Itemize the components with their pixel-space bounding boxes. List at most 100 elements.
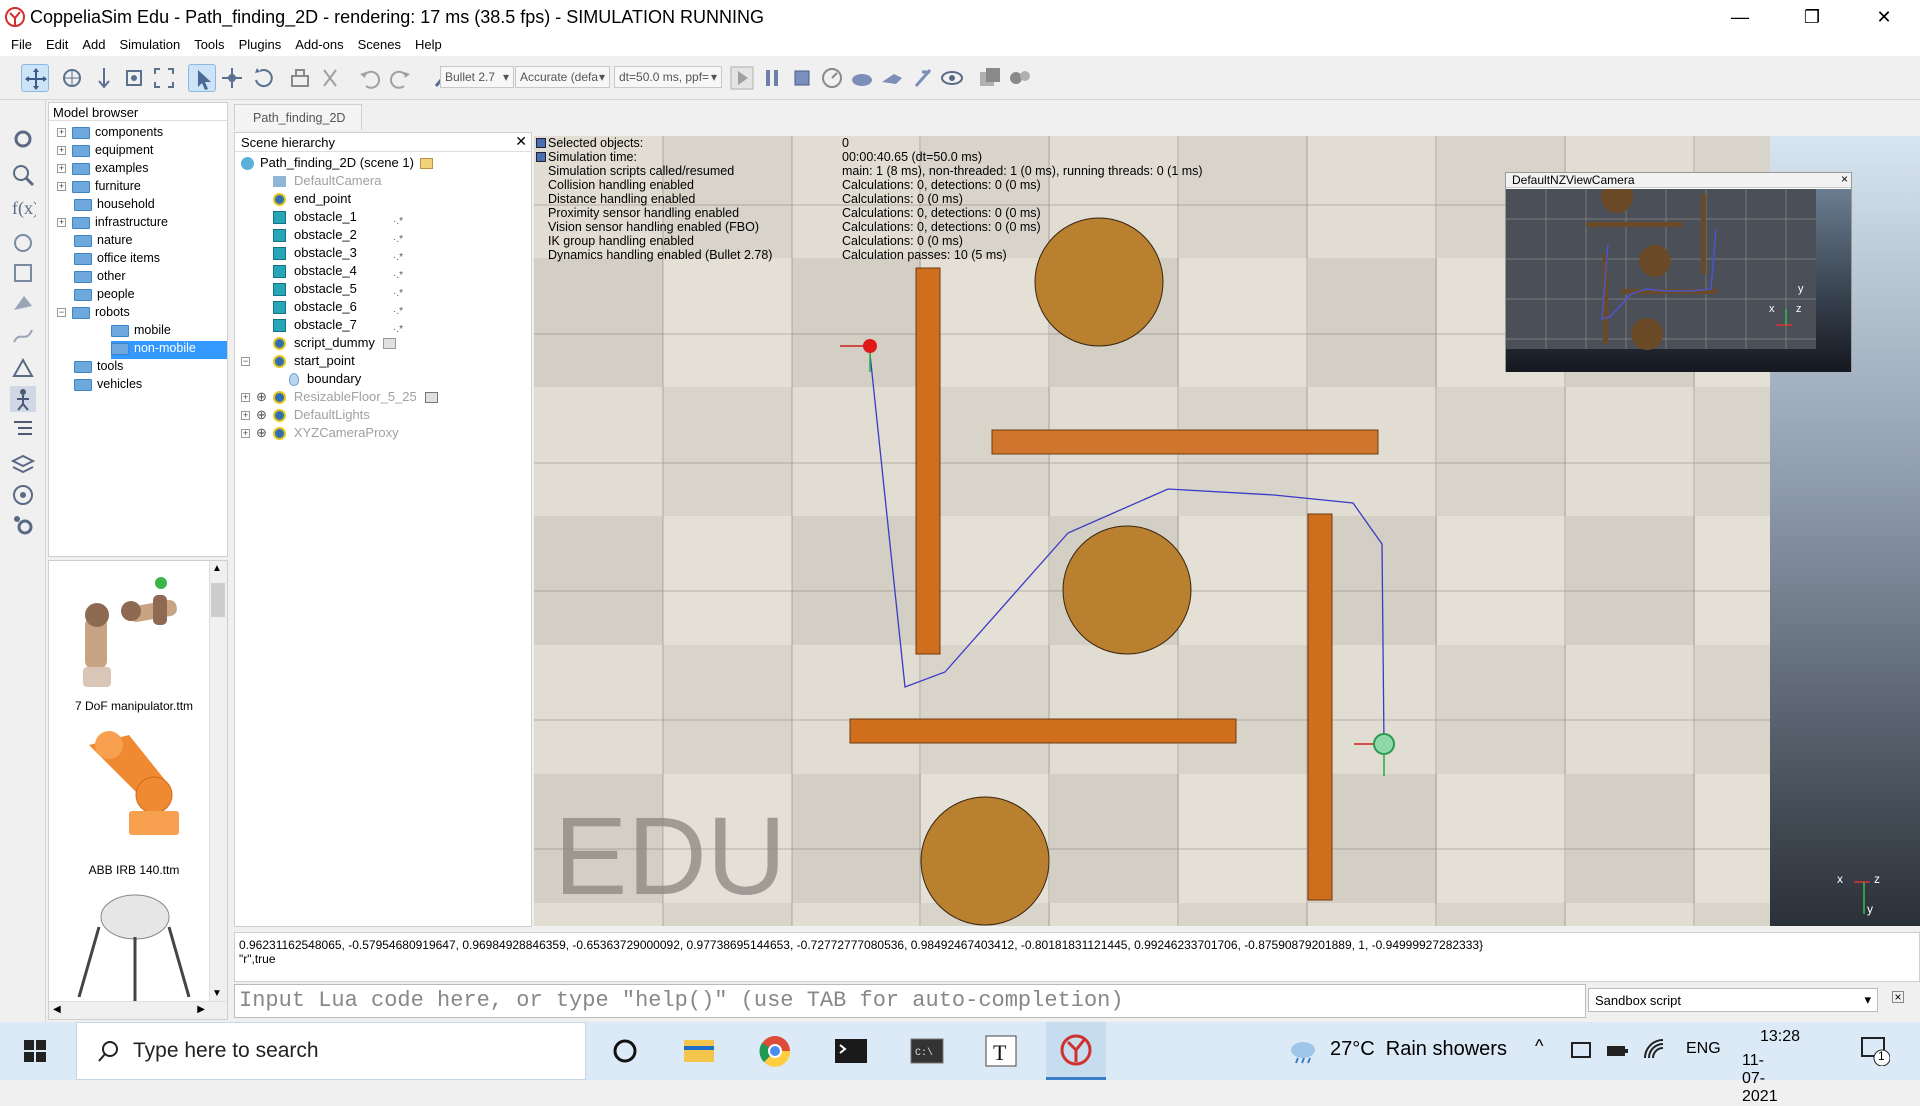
- close-icon[interactable]: ✕: [515, 133, 527, 150]
- tree-item-furniture[interactable]: + furniture: [57, 179, 141, 197]
- taskbar-search[interactable]: Type here to search: [76, 1022, 586, 1080]
- tree-item-household[interactable]: household: [74, 197, 155, 215]
- seven-dof-manipulator-thumbnail[interactable]: [69, 567, 199, 695]
- tree-item-nature[interactable]: nature: [74, 233, 132, 251]
- path-edit-icon[interactable]: [10, 322, 36, 348]
- camera-angle-icon[interactable]: [120, 64, 148, 92]
- expand-icon[interactable]: +: [57, 164, 66, 174]
- scroll-down-icon[interactable]: ▼: [212, 988, 222, 999]
- hierarchy-root[interactable]: Path_finding_2D (scene 1): [241, 155, 433, 173]
- menu-add[interactable]: Add: [75, 34, 112, 52]
- windows-start-icon[interactable]: [24, 1040, 46, 1062]
- hierarchy-item-obstacle-2[interactable]: obstacle_2: [273, 227, 357, 245]
- command-prompt-icon[interactable]: C:\: [906, 1030, 948, 1072]
- script-select[interactable]: Sandbox script ▾: [1588, 988, 1878, 1012]
- script-icon[interactable]: [382, 338, 396, 350]
- terminal-icon[interactable]: [830, 1030, 872, 1072]
- hierarchy-item-script-dummy[interactable]: script_dummy: [273, 335, 396, 353]
- scroll-thumb[interactable]: [211, 583, 225, 617]
- file-explorer-icon[interactable]: [678, 1030, 720, 1072]
- hierarchy-item-defaultcamera[interactable]: DefaultCamera: [273, 173, 381, 191]
- realtime-mode-icon[interactable]: [818, 64, 846, 92]
- tree-item-office-items[interactable]: office items: [74, 251, 160, 269]
- hierarchy-item-boundary[interactable]: boundary: [289, 371, 361, 389]
- hierarchy-item-defaultlights[interactable]: + ⊕ DefaultLights: [241, 407, 370, 425]
- clock-date[interactable]: 11-07-2021: [1742, 1052, 1778, 1106]
- scroll-right-icon[interactable]: ▶: [197, 1004, 205, 1015]
- task-view-icon[interactable]: [604, 1030, 646, 1072]
- thumbnails-scrollbar[interactable]: ▲ ▼: [209, 561, 227, 1001]
- menu-addons[interactable]: Add-ons: [288, 34, 350, 52]
- stop-simulation-icon[interactable]: [788, 64, 816, 92]
- close-console-icon[interactable]: ×: [1892, 991, 1904, 1003]
- user-settings-icon[interactable]: f(x): [10, 194, 39, 220]
- wifi-icon[interactable]: [1642, 1038, 1666, 1062]
- tree-item-non-mobile[interactable]: non-mobile: [111, 341, 227, 359]
- close-icon[interactable]: ×: [1841, 172, 1848, 186]
- restore-button[interactable]: ❐: [1792, 4, 1832, 30]
- tree-item-infrastructure[interactable]: + infrastructure: [57, 215, 168, 233]
- obstacle-cylinder[interactable]: [1062, 525, 1192, 655]
- hierarchy-item-obstacle-7[interactable]: obstacle_7: [273, 317, 357, 335]
- collections-icon[interactable]: [10, 356, 36, 382]
- scroll-left-icon[interactable]: ◀: [53, 1004, 61, 1015]
- notifications-icon[interactable]: [1860, 1036, 1890, 1066]
- hierarchy-item-start-point[interactable]: − start_point: [241, 353, 355, 371]
- scroll-up-icon[interactable]: ▲: [212, 563, 222, 574]
- collapse-icon[interactable]: −: [57, 308, 66, 318]
- camera-pan-icon[interactable]: [21, 64, 49, 92]
- user-settings-gear-icon[interactable]: [10, 512, 36, 538]
- close-button[interactable]: ✕: [1864, 4, 1904, 30]
- lua-command-input[interactable]: Input Lua code here, or type "help()" (u…: [234, 984, 1586, 1018]
- start-point-marker[interactable]: [863, 339, 877, 353]
- expand-icon[interactable]: +: [57, 146, 66, 156]
- obstacle-wall[interactable]: [915, 267, 941, 655]
- delta-robot-thumbnail[interactable]: [69, 887, 199, 1007]
- hierarchy-item-obstacle-4[interactable]: obstacle_4: [273, 263, 357, 281]
- model-browser-toggle-icon[interactable]: [10, 386, 36, 412]
- obstacle-wall[interactable]: [849, 718, 1237, 744]
- tree-item-equipment[interactable]: + equipment: [57, 143, 153, 161]
- speed-up-icon[interactable]: [878, 64, 906, 92]
- hierarchy-item-obstacle-5[interactable]: obstacle_5: [273, 281, 357, 299]
- hierarchy-item-xyzcameraproxy[interactable]: + ⊕ XYZCameraProxy: [241, 425, 399, 443]
- menu-simulation[interactable]: Simulation: [113, 34, 188, 52]
- hierarchy-item-obstacle-3[interactable]: obstacle_3: [273, 245, 357, 263]
- timestep-select[interactable]: dt=50.0 ms, ppf= ▾: [614, 66, 722, 88]
- slow-down-icon[interactable]: [848, 64, 876, 92]
- shape-edit-icon[interactable]: [10, 290, 36, 316]
- battery-icon[interactable]: [1605, 1040, 1629, 1062]
- minimize-button[interactable]: —: [1720, 4, 1760, 30]
- typora-icon[interactable]: T: [980, 1030, 1022, 1072]
- info-toggle-icon[interactable]: [536, 138, 546, 148]
- info-toggle-icon[interactable]: [536, 152, 546, 162]
- physics-engine-select[interactable]: Bullet 2.7 ▾: [440, 66, 514, 88]
- engine-accuracy-select[interactable]: Accurate (defa ▾: [515, 66, 610, 88]
- horizontal-scrollbar[interactable]: ◀ ▶: [49, 1001, 227, 1019]
- chevron-up-icon[interactable]: ^: [1535, 1036, 1543, 1057]
- object-shift-icon[interactable]: [218, 64, 246, 92]
- menu-edit[interactable]: Edit: [39, 34, 75, 52]
- hierarchy-item-end-point[interactable]: end_point: [273, 191, 351, 209]
- camera-shift-icon[interactable]: [90, 64, 118, 92]
- language-indicator[interactable]: ENG: [1686, 1040, 1721, 1058]
- camera-rotate-icon[interactable]: [58, 64, 86, 92]
- menu-tools[interactable]: Tools: [187, 34, 231, 52]
- start-simulation-icon[interactable]: [728, 64, 756, 92]
- calculation-modules-icon[interactable]: [1006, 64, 1034, 92]
- expand-icon[interactable]: +: [57, 218, 66, 228]
- abb-irb-140-thumbnail[interactable]: [69, 725, 199, 845]
- floating-camera-view[interactable]: DefaultNZViewCamera × x y z: [1505, 172, 1852, 372]
- collapse-icon[interactable]: −: [241, 357, 250, 367]
- tree-item-other[interactable]: other: [74, 269, 126, 287]
- weather-text[interactable]: 27°C Rain showers: [1330, 1038, 1507, 1061]
- tree-item-tools[interactable]: tools: [74, 359, 123, 377]
- tree-item-examples[interactable]: + examples: [57, 161, 149, 179]
- layers-icon[interactable]: [10, 260, 36, 286]
- end-point-marker[interactable]: [1373, 733, 1395, 755]
- click-select-icon[interactable]: [188, 64, 216, 92]
- obstacle-cylinder[interactable]: [920, 796, 1050, 926]
- script-icon[interactable]: [424, 392, 438, 404]
- script-icon[interactable]: [419, 158, 433, 170]
- scene-object-properties-icon[interactable]: [976, 64, 1004, 92]
